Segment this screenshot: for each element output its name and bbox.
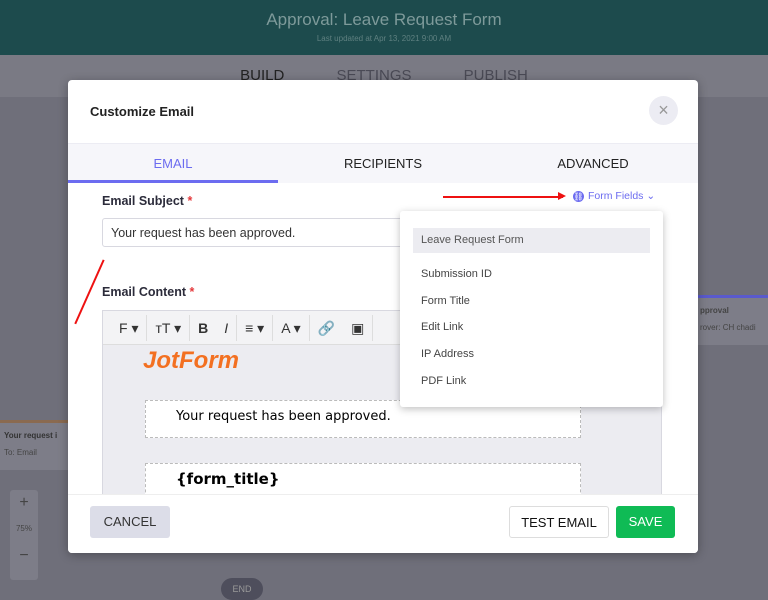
tab-recipients[interactable]: RECIPIENTS: [278, 144, 488, 183]
zoom-in-button[interactable]: +: [10, 490, 38, 512]
jotform-logo: JotForm: [143, 347, 239, 374]
annotation-arrow: [443, 196, 563, 198]
dialog-footer: CANCEL TEST EMAIL SAVE: [68, 494, 698, 553]
content-line[interactable]: {form_title}: [145, 463, 581, 494]
dropdown-item[interactable]: Edit Link: [400, 314, 663, 341]
zoom-out-button[interactable]: −: [10, 547, 38, 565]
arrow-head: [558, 192, 566, 200]
avatar: CH: [722, 323, 735, 332]
tab-email[interactable]: EMAIL: [68, 144, 278, 183]
align-icon[interactable]: ≡ ▾: [237, 314, 274, 341]
workflow-node-left[interactable]: Your request i To: Email: [0, 420, 68, 470]
close-icon[interactable]: ×: [649, 96, 678, 125]
tab-bar: EMAIL RECIPIENTS ADVANCED: [68, 143, 698, 183]
app-header: Approval: Leave Request Form Last update…: [0, 0, 768, 55]
dropdown-item[interactable]: Form Title: [400, 288, 663, 315]
zoom-level: 75%: [15, 524, 32, 533]
font-size-icon[interactable]: тT ▾: [147, 314, 191, 341]
form-title: Approval: Leave Request Form: [266, 10, 502, 29]
image-icon[interactable]: ▣: [343, 314, 374, 341]
dropdown-item[interactable]: IP Address: [400, 341, 663, 368]
tab-advanced[interactable]: ADVANCED: [488, 144, 698, 183]
dropdown-item[interactable]: Submission ID: [400, 261, 663, 288]
email-content-label: Email Content *: [102, 285, 195, 299]
link-icon[interactable]: 🔗: [310, 315, 343, 341]
approver-label: rover:: [700, 323, 721, 332]
node-title: pproval: [700, 306, 729, 315]
email-label: Email: [16, 448, 37, 457]
zoom-control: + 75% −: [10, 490, 38, 580]
italic-icon[interactable]: I: [216, 314, 238, 341]
email-subject-label: Email Subject *: [102, 194, 193, 208]
to-label: To:: [4, 448, 15, 457]
form-fields-button[interactable]: ⛓ Form Fields ⌄: [573, 190, 655, 202]
bold-icon[interactable]: B: [190, 315, 216, 341]
dialog-title: Customize Email: [90, 104, 195, 119]
test-email-button[interactable]: TEST EMAIL: [509, 506, 609, 538]
dropdown-item[interactable]: PDF Link: [400, 368, 663, 395]
node-title: Your request i: [4, 431, 58, 440]
link-icon: ⛓: [573, 191, 584, 202]
dropdown-group-header: Leave Request Form: [413, 228, 650, 253]
form-fields-dropdown: Leave Request Form Submission ID Form Ti…: [400, 211, 663, 407]
last-updated: Last updated at Apr 13, 2021 9:00 AM: [316, 34, 452, 43]
text-color-icon[interactable]: A ▾: [273, 314, 310, 341]
cancel-button[interactable]: CANCEL: [90, 506, 170, 538]
font-family-icon[interactable]: F ▾: [111, 314, 148, 341]
email-subject-input[interactable]: Your request has been approved.: [102, 218, 432, 247]
save-button[interactable]: SAVE: [616, 506, 675, 538]
approver-name: chadi: [736, 323, 756, 332]
workflow-node-right[interactable]: pproval rover: CH chadi: [698, 295, 768, 345]
